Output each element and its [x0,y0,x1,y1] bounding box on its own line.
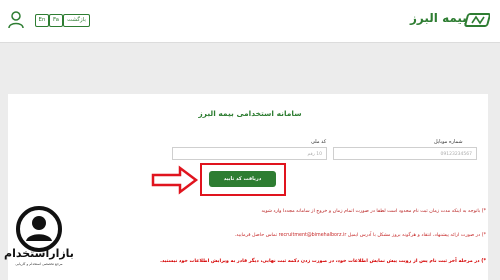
get-verification-code-button[interactable]: دریافت کد تایید [209,171,276,187]
arrow-right-icon [151,165,199,195]
lang-fa-button[interactable]: Fa [49,14,63,27]
national-code-label: کد ملی [311,139,327,145]
user-account-icon[interactable] [8,11,24,29]
note-item: *) در صورت ارائه پیشنهاد، انتقاد و هرگون… [234,233,486,238]
mobile-input[interactable]: 09123234567 [333,147,477,160]
alborz-logo-icon [464,13,490,27]
page-title: سامانه استخدامی بیمه البرز [198,109,302,118]
back-button[interactable]: بازگشت [63,14,90,27]
watermark-subtitle: مرجع تخصصی استخدام و کاریابی [15,262,63,266]
lang-en-button[interactable]: En [35,14,49,27]
brand-name: بیمه البرز [410,11,467,25]
top-header: En Fa بازگشت بیمه البرز [0,0,500,43]
watermark-person-icon [16,206,62,252]
watermark-title: بازاراستخدام [4,247,74,260]
national-code-input[interactable]: 10 رقم [172,147,327,160]
note-item: *) باتوجه به اینکه مدت زمان ثبت نام محدو… [261,209,487,214]
mobile-label: شماره موبایل [434,139,463,145]
note-item: *) در مرحله آخر ثبت نام پس از رویت پیش ن… [160,259,486,264]
